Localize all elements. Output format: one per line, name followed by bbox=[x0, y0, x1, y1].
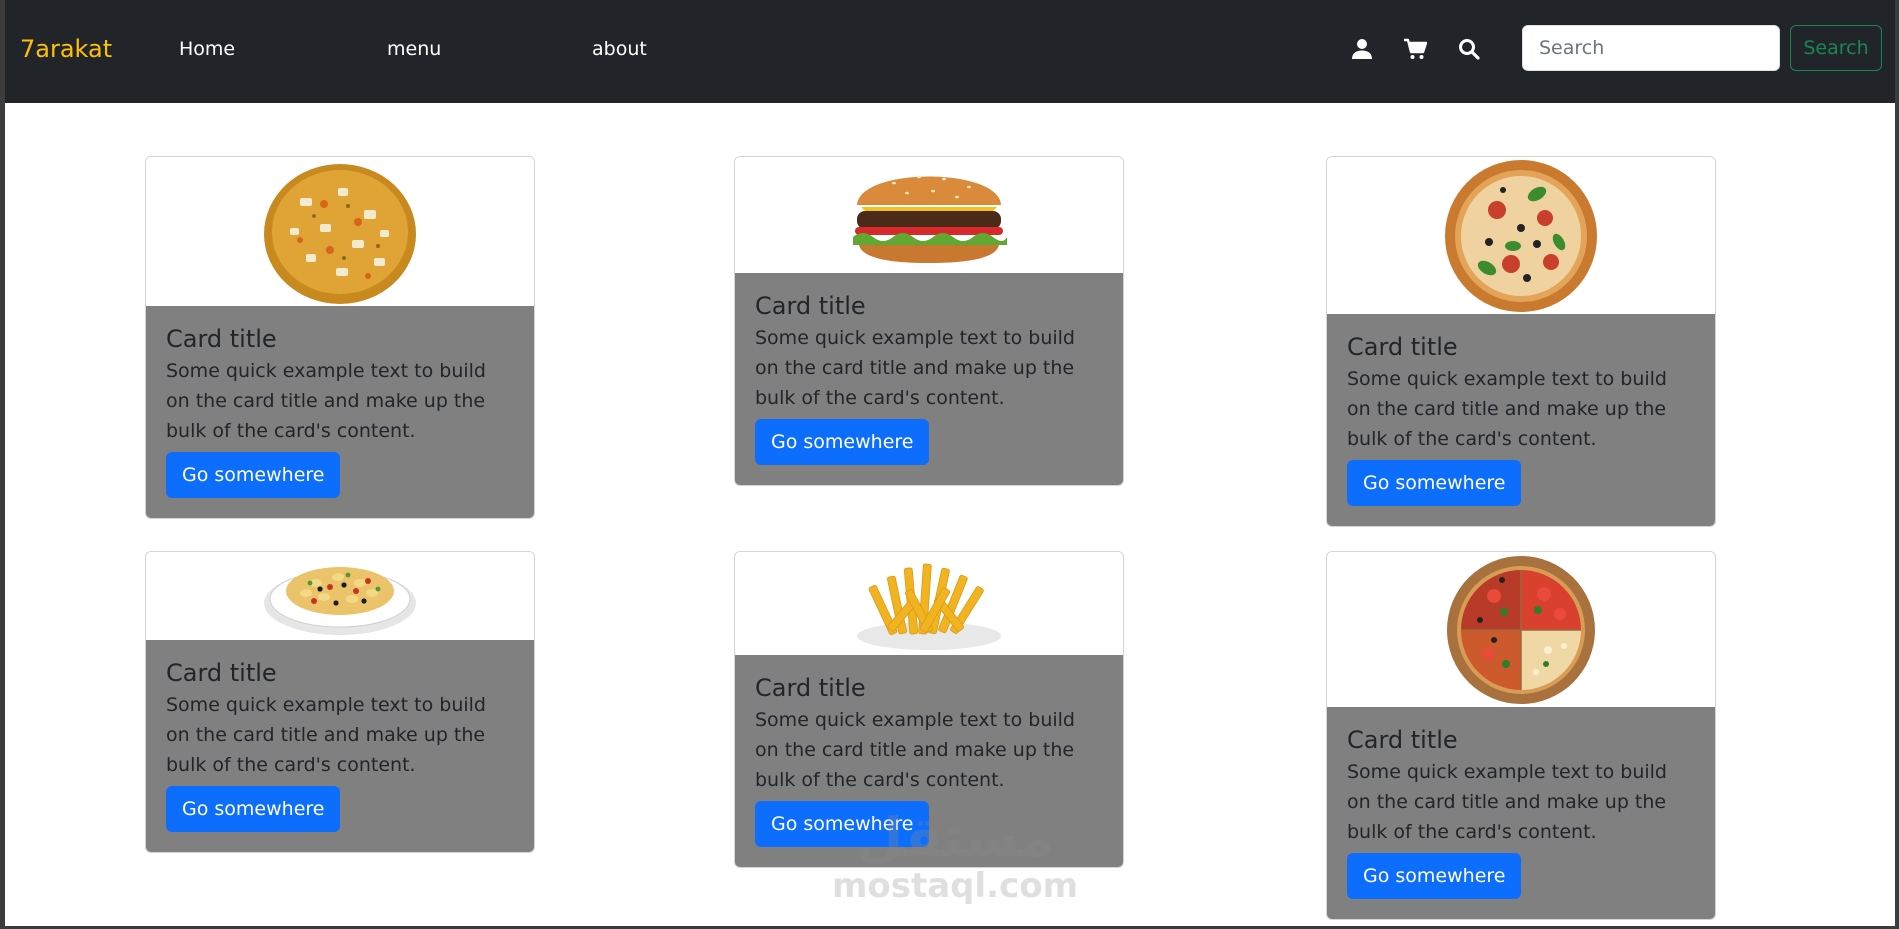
go-somewhere-button[interactable]: Go somewhere bbox=[755, 419, 930, 465]
card-text: Some quick example text to build on the … bbox=[166, 360, 486, 442]
go-somewhere-button[interactable]: Go somewhere bbox=[1347, 853, 1522, 899]
card-title: Card title bbox=[166, 325, 277, 353]
card-body: Card title Some quick example text to bu… bbox=[146, 640, 534, 852]
go-somewhere-button[interactable]: Go somewhere bbox=[166, 786, 341, 832]
user-icon[interactable] bbox=[1348, 35, 1376, 63]
search-button[interactable]: Search bbox=[1790, 25, 1882, 71]
watermark-latin: mostaql.com bbox=[831, 866, 1079, 906]
card-text: Some quick example text to build on the … bbox=[755, 327, 1075, 409]
card-burger: Card title Some quick example text to bu… bbox=[734, 156, 1124, 486]
pasta-salad-image bbox=[146, 552, 534, 640]
card-title: Card title bbox=[166, 659, 277, 687]
card-body: Card title Some quick example text to bu… bbox=[735, 273, 1123, 485]
burger-image bbox=[735, 157, 1123, 273]
search-icon[interactable] bbox=[1455, 35, 1483, 63]
search-input[interactable] bbox=[1522, 25, 1780, 71]
nav-link-menu[interactable]: menu bbox=[387, 37, 441, 61]
card-pasta-salad: Card title Some quick example text to bu… bbox=[145, 551, 535, 853]
go-somewhere-button[interactable]: Go somewhere bbox=[166, 452, 341, 498]
card-text: Some quick example text to build on the … bbox=[166, 694, 486, 776]
brand-logo[interactable]: 7arakat bbox=[20, 34, 112, 64]
card-pizza-mixed: Card title Some quick example text to bu… bbox=[1326, 551, 1716, 920]
card-pizza-onion: Card title Some quick example text to bu… bbox=[145, 156, 535, 519]
card-pizza-basil: Card title Some quick example text to bu… bbox=[1326, 156, 1716, 527]
pizza-basil-image bbox=[1327, 157, 1715, 314]
go-somewhere-button[interactable]: Go somewhere bbox=[755, 801, 930, 847]
card-text: Some quick example text to build on the … bbox=[755, 709, 1075, 791]
card-body: Card title Some quick example text to bu… bbox=[1327, 707, 1715, 919]
card-text: Some quick example text to build on the … bbox=[1347, 368, 1667, 450]
french-fries-image bbox=[735, 552, 1123, 655]
nav-link-home[interactable]: Home bbox=[179, 37, 235, 61]
card-text: Some quick example text to build on the … bbox=[1347, 761, 1667, 843]
card-french-fries: Card title Some quick example text to bu… bbox=[734, 551, 1124, 868]
card-title: Card title bbox=[1347, 333, 1458, 361]
nav-link-about[interactable]: about bbox=[592, 37, 647, 61]
card-body: Card title Some quick example text to bu… bbox=[735, 655, 1123, 867]
pizza-mixed-image bbox=[1327, 552, 1715, 707]
navbar: 7arakat Home menu about Search bbox=[5, 0, 1895, 103]
pizza-onion-image bbox=[146, 157, 534, 306]
card-body: Card title Some quick example text to bu… bbox=[1327, 314, 1715, 526]
card-title: Card title bbox=[755, 292, 866, 320]
go-somewhere-button[interactable]: Go somewhere bbox=[1347, 460, 1522, 506]
card-body: Card title Some quick example text to bu… bbox=[146, 306, 534, 518]
card-title: Card title bbox=[755, 674, 866, 702]
cart-icon[interactable] bbox=[1401, 35, 1429, 63]
card-title: Card title bbox=[1347, 726, 1458, 754]
page: 7arakat Home menu about Search Search Ca… bbox=[5, 0, 1895, 926]
